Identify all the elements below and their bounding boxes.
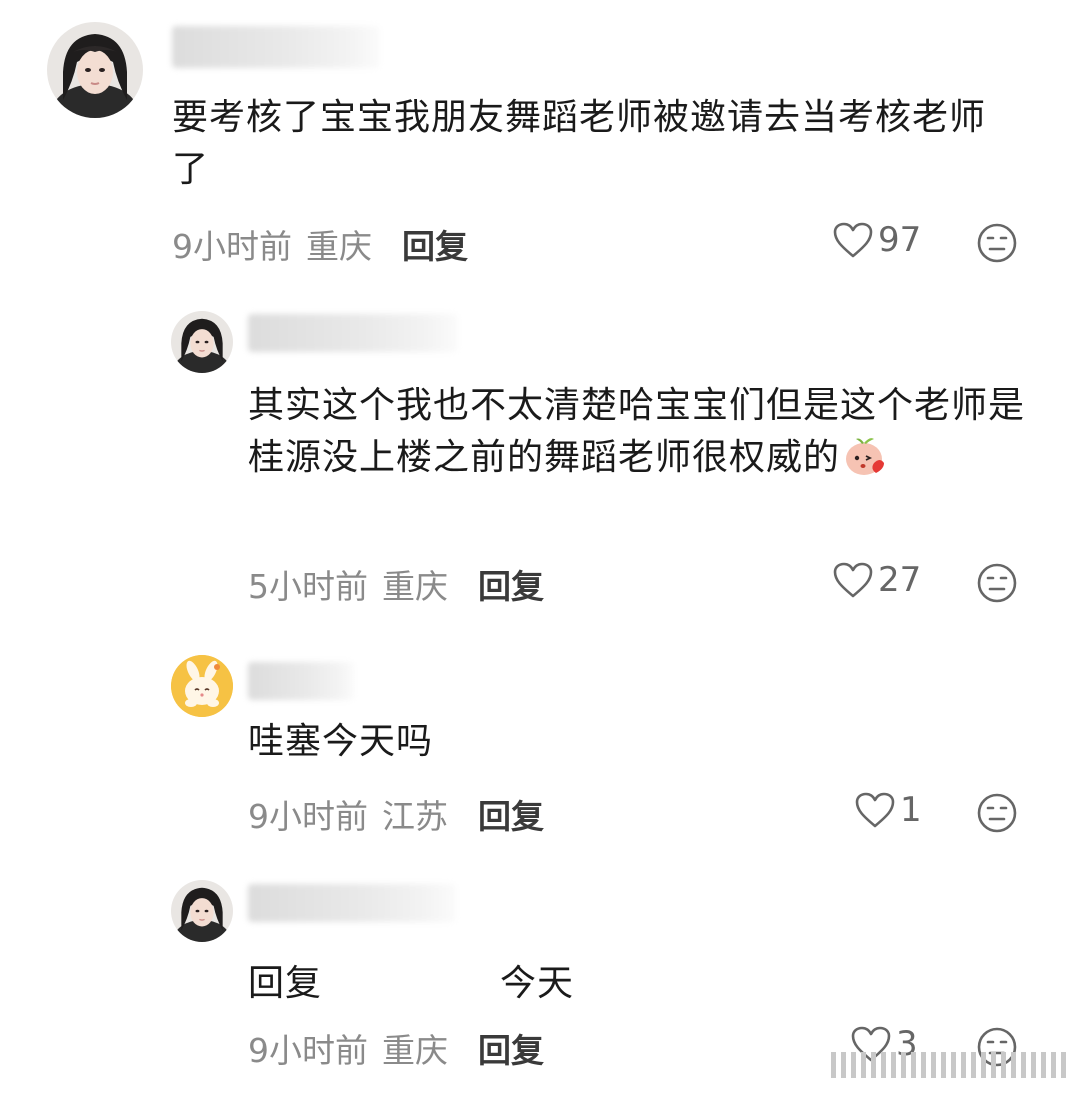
neutral-face-icon [977,223,1017,263]
reply-button[interactable]: 回复 [402,220,468,268]
avatar[interactable] [171,880,233,942]
username-redacted[interactable] [172,26,380,68]
comment-text-left: 回复 [248,963,323,1004]
like-button[interactable]: 97 [832,220,921,260]
like-button[interactable]: 27 [832,560,921,600]
dislike-button[interactable] [976,792,1018,838]
comment-meta: 9小时前 江苏 回复 [248,790,544,838]
comment-time: 9小时前 [248,1031,368,1070]
comment-1: 要考核了宝宝我朋友舞蹈老师被邀请去当考核老师了 9小时前 重庆 回复 97 [0,0,1080,290]
avatar[interactable] [47,22,143,118]
comment-meta: 9小时前 重庆 回复 [172,220,468,268]
username-redacted[interactable] [248,662,354,700]
heart-outline-icon [833,222,873,258]
comment-location: 重庆 [382,567,448,606]
comment-location: 重庆 [306,227,372,266]
like-count: 27 [878,560,922,600]
watermark-bars [831,1052,1066,1078]
dislike-button[interactable] [976,562,1018,608]
neutral-face-icon [977,793,1017,833]
like-button[interactable]: 1 [854,790,922,830]
comment-text: 其实这个我也不太清楚哈宝宝们但是这个老师是桂源没上楼之前的舞蹈老师很权威的 [248,380,1028,484]
heart-outline-icon [855,792,895,828]
like-count: 1 [900,790,922,830]
reply-button[interactable]: 回复 [478,790,544,838]
avatar[interactable] [171,655,233,717]
peach-sticker-icon [846,438,885,475]
comment-meta: 9小时前 重庆 回复 [248,1024,544,1072]
comment-3: 哇塞今天吗 9小时前 江苏 回复 1 [0,650,1080,870]
comment-time: 9小时前 [172,227,292,266]
comment-text-right: 今天 [500,963,575,1004]
comment-2: 其实这个我也不太清楚哈宝宝们但是这个老师是桂源没上楼之前的舞蹈老师很权威的 5小… [0,290,1080,650]
comment-location: 江苏 [382,797,448,836]
avatar[interactable] [171,311,233,373]
dislike-button[interactable] [976,222,1018,268]
username-redacted[interactable] [248,314,458,352]
comment-meta: 5小时前 重庆 回复 [248,560,544,608]
reply-button[interactable]: 回复 [478,1024,544,1072]
like-count: 97 [878,220,922,260]
comment-location: 重庆 [382,1031,448,1070]
comment-text: 哇塞今天吗 [248,721,434,762]
comment-text: 要考核了宝宝我朋友舞蹈老师被邀请去当考核老师了 [172,97,987,190]
comment-time: 5小时前 [248,567,368,606]
heart-outline-icon [833,562,873,598]
comment-text-content: 其实这个我也不太清楚哈宝宝们但是这个老师是桂源没上楼之前的舞蹈老师很权威的 [248,385,1026,478]
reply-button[interactable]: 回复 [478,560,544,608]
comment-time: 9小时前 [248,797,368,836]
neutral-face-icon [977,563,1017,603]
username-redacted[interactable] [248,884,456,922]
